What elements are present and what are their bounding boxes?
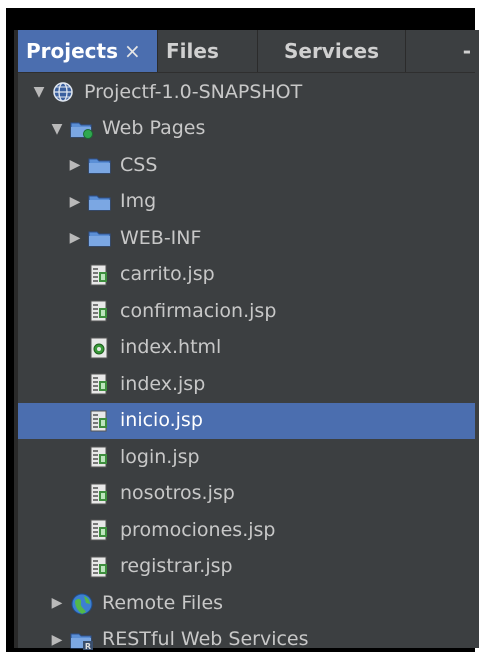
folder-icon [88,227,110,249]
folder-label: WEB-INF [120,229,201,248]
web-project-globe-icon [52,81,74,103]
tab-projects-label: Projects [26,39,118,63]
collapsed-arrow-icon[interactable]: ▶ [68,228,82,248]
file-label: inicio.jsp [120,411,203,430]
tree-node-folder-css[interactable]: ▶ CSS [18,147,475,184]
close-icon[interactable]: × [124,39,141,63]
jsp-file-icon [88,373,110,395]
jsp-file-icon [88,483,110,505]
project-root-label: Projectf-1.0-SNAPSHOT [84,83,302,102]
tree-node-folder-img[interactable]: ▶ Img [18,184,475,221]
tree-node-web-pages[interactable]: ▼ Web Pages [18,111,475,148]
collapsed-arrow-icon[interactable]: ▶ [50,593,64,613]
restful-services-icon: R [70,629,92,651]
file-label: nosotros.jsp [120,484,235,503]
tree-node-project-root[interactable]: ▼ Projectf-1.0-SNAPSHOT [18,74,475,111]
expanded-arrow-icon[interactable]: ▼ [50,119,64,139]
jsp-file-icon [88,446,110,468]
tree-node-file[interactable]: index.jsp [18,366,475,403]
project-tree: ▼ Projectf-1.0-SNAPSHOT ▼ Web Pages ▶ [18,74,475,658]
folder-icon [88,191,110,213]
folder-label: Img [120,192,156,211]
tree-node-restful-services[interactable]: ▶ R RESTful Web Services [18,622,475,658]
tab-projects[interactable]: Projects × [18,30,158,72]
restful-services-label: RESTful Web Services [102,630,309,649]
file-label: carrito.jsp [120,265,215,284]
file-label: login.jsp [120,448,200,467]
tab-services-label: Services [284,39,379,63]
file-label: index.jsp [120,375,205,394]
jsp-file-icon [88,410,110,432]
minimize-button[interactable]: - [406,30,475,72]
folder-icon [88,154,110,176]
svg-text:R: R [85,642,91,651]
remote-globe-icon [70,592,92,614]
tree-node-file[interactable]: promociones.jsp [18,512,475,549]
jsp-file-icon [88,519,110,541]
expanded-arrow-icon[interactable]: ▼ [32,82,46,102]
web-pages-label: Web Pages [102,119,205,138]
panel-tab-bar: Projects × Files Services - [18,30,475,73]
file-label: registrar.jsp [120,557,233,576]
tree-node-file[interactable]: login.jsp [18,439,475,476]
collapsed-arrow-icon[interactable]: ▶ [68,192,82,212]
html-file-icon [88,337,110,359]
collapsed-arrow-icon[interactable]: ▶ [50,630,64,650]
tab-services[interactable]: Services [258,30,406,72]
tree-node-file[interactable]: nosotros.jsp [18,476,475,513]
tab-files[interactable]: Files [158,30,258,72]
tree-node-file[interactable]: confirmacion.jsp [18,293,475,330]
remote-files-label: Remote Files [102,594,223,613]
jsp-file-icon [88,300,110,322]
collapsed-arrow-icon[interactable]: ▶ [68,155,82,175]
minimize-icon: - [463,39,471,63]
file-label: promociones.jsp [120,521,275,540]
web-pages-folder-icon [70,118,92,140]
jsp-file-icon [88,556,110,578]
tree-node-file-selected[interactable]: inicio.jsp [18,403,475,440]
folder-label: CSS [120,156,157,175]
file-label: confirmacion.jsp [120,302,276,321]
tree-node-file[interactable]: carrito.jsp [18,257,475,294]
jsp-file-icon [88,264,110,286]
tree-node-file[interactable]: index.html [18,330,475,367]
file-label: index.html [120,338,221,357]
tree-node-remote-files[interactable]: ▶ Remote Files [18,585,475,622]
tree-node-folder-web-inf[interactable]: ▶ WEB-INF [18,220,475,257]
tab-files-label: Files [166,39,219,63]
tree-node-file[interactable]: registrar.jsp [18,549,475,586]
